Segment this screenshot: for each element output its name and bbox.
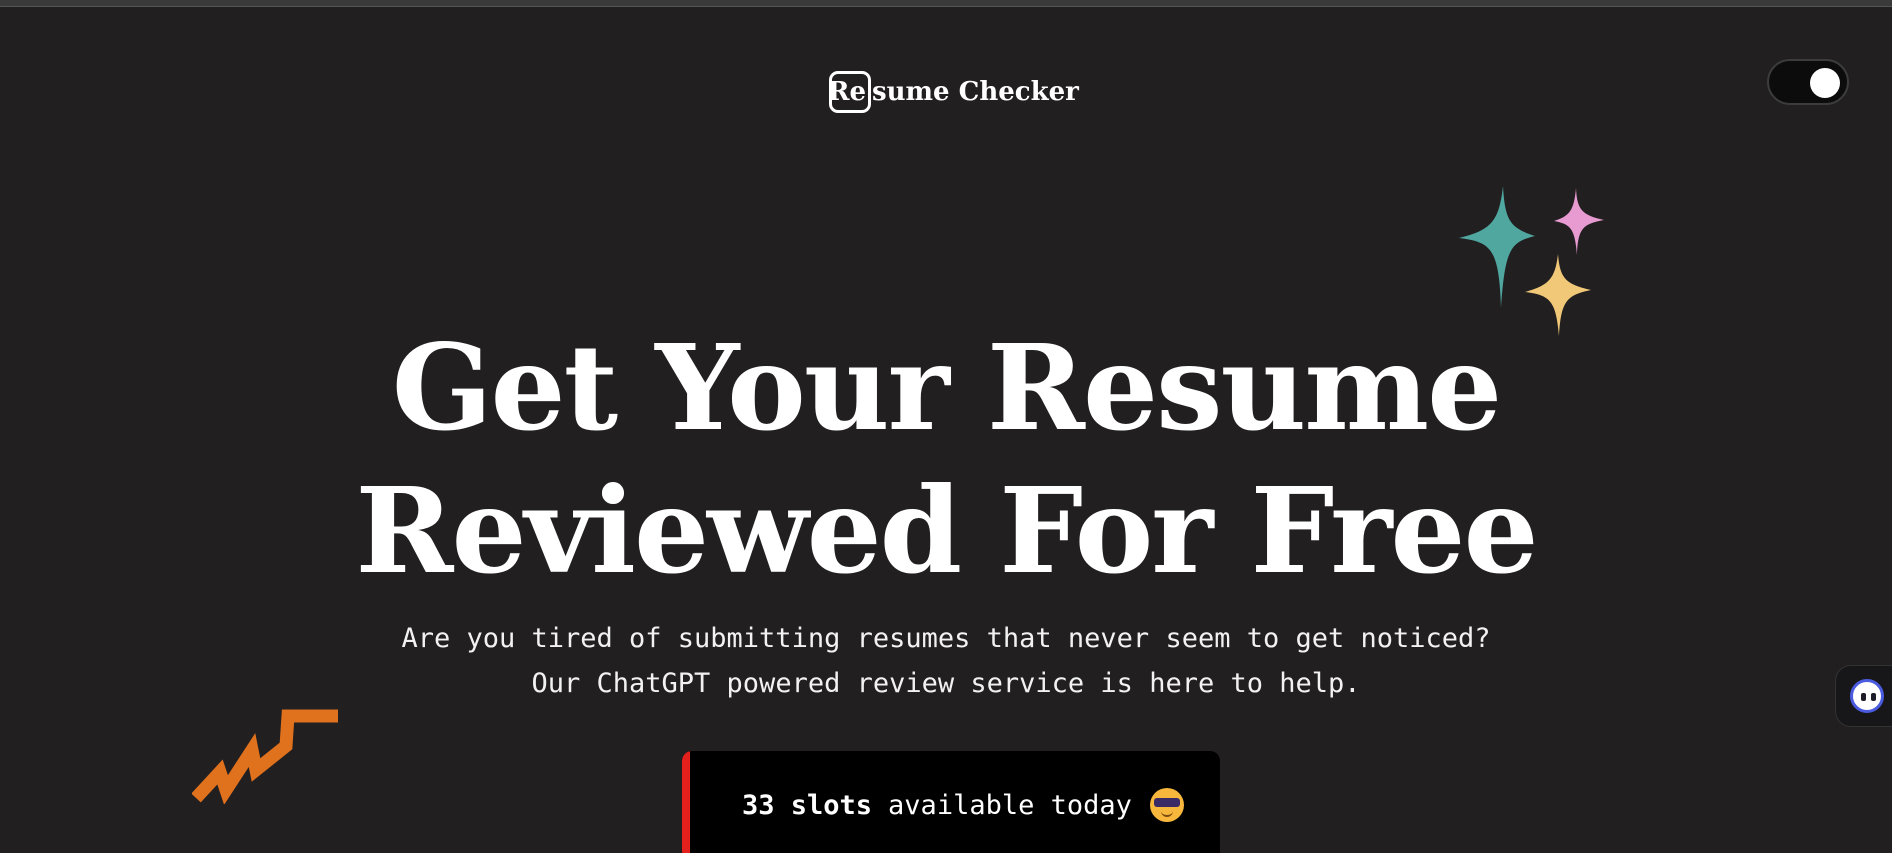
assistant-bot-icon bbox=[1850, 679, 1884, 713]
logo-boxed-text: Re bbox=[827, 77, 866, 107]
hero-title-line-1: Get Your Resume bbox=[391, 318, 1502, 457]
theme-toggle[interactable] bbox=[1767, 59, 1849, 105]
site-logo[interactable]: Re sume Checker bbox=[827, 66, 1079, 118]
zigzag-icon bbox=[192, 709, 338, 804]
browser-top-border bbox=[0, 0, 1892, 7]
hero-title-line-2: Reviewed For Free bbox=[355, 461, 1538, 600]
accent-bar bbox=[682, 751, 690, 853]
hero-subtitle: Are you tired of submitting resumes that… bbox=[0, 616, 1892, 706]
slots-available-banner[interactable]: 33 slots available today bbox=[682, 751, 1220, 853]
cool-face-emoji-icon bbox=[1149, 788, 1184, 822]
sparkle-teal-icon bbox=[1459, 186, 1535, 308]
zigzag-decoration bbox=[192, 709, 338, 804]
slots-suffix: available today bbox=[888, 789, 1132, 821]
subtitle-line-2: Our ChatGPT powered review service is he… bbox=[531, 668, 1361, 699]
logo-text: sume Checker bbox=[872, 77, 1079, 107]
logo-box: Re bbox=[827, 71, 871, 113]
sparkle-pink-icon bbox=[1554, 188, 1604, 255]
toggle-knob bbox=[1810, 68, 1840, 98]
subtitle-line-1: Are you tired of submitting resumes that… bbox=[401, 623, 1491, 654]
hero-title: Get Your Resume Reviewed For Free bbox=[0, 316, 1892, 602]
slots-count: 33 slots bbox=[742, 789, 873, 821]
side-assistant-widget[interactable] bbox=[1835, 665, 1892, 727]
slots-text: 33 slots available today bbox=[742, 788, 1184, 822]
